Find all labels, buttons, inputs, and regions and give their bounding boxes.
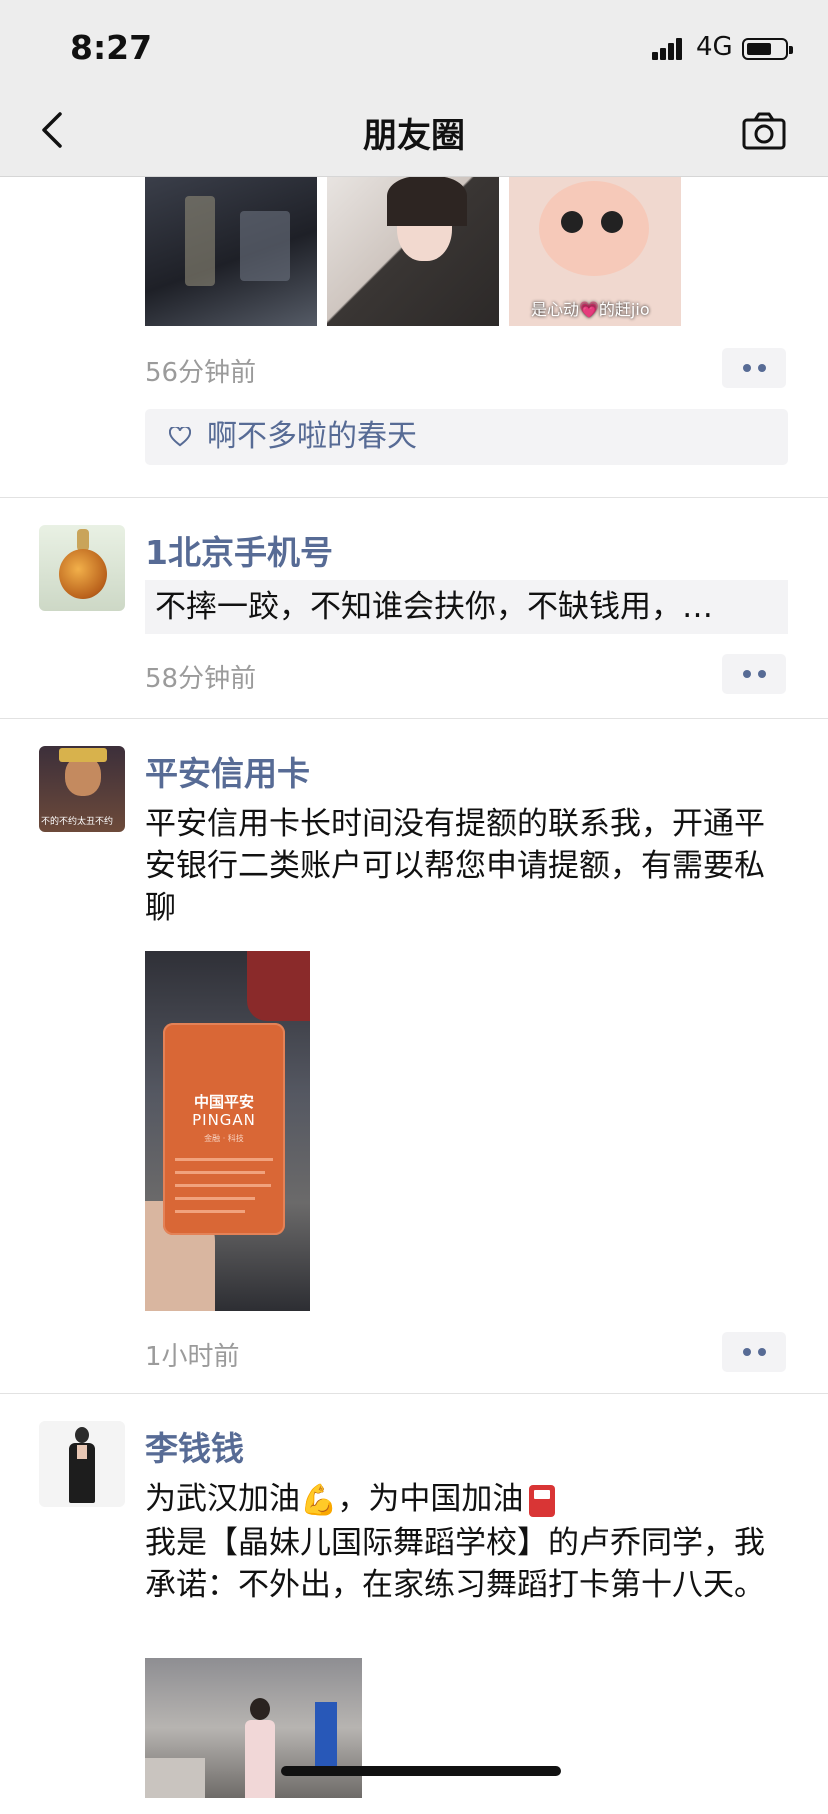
- post-time: 58分钟前: [145, 664, 257, 694]
- card-subtitle: 金融 · 科技: [204, 1134, 244, 1143]
- post-photo-1[interactable]: [145, 176, 317, 326]
- network-type: 4G: [696, 32, 733, 62]
- battery-icon: [742, 38, 793, 60]
- post-text: 平安信用卡长时间没有提额的联系我，开通平安银行二类账户可以帮您申请提额，有需要私…: [145, 806, 765, 926]
- author-name[interactable]: 1北京手机号: [145, 526, 333, 574]
- post-photo[interactable]: 中国平安 PINGAN 金融 · 科技: [145, 951, 310, 1311]
- shared-link[interactable]: 不摔一跤，不知谁会扶你，不缺钱用，…: [145, 580, 788, 634]
- avatar[interactable]: [39, 525, 125, 611]
- home-indicator[interactable]: [281, 1766, 561, 1776]
- post-photo-2[interactable]: [327, 176, 499, 326]
- card-brand-cn: 中国平安: [193, 1093, 254, 1111]
- avatar[interactable]: [39, 1421, 125, 1507]
- signal-icon: [652, 36, 690, 60]
- flexed-biceps-icon: 💪: [300, 1482, 338, 1518]
- moment-post: 1北京手机号 不摔一跤，不知谁会扶你，不缺钱用，… 58分钟前: [0, 498, 828, 719]
- liker-name[interactable]: 啊不多啦的春天: [207, 409, 417, 465]
- card-brand-en: PINGAN: [192, 1111, 256, 1129]
- moments-feed[interactable]: 是心动💗的赶jio 56分钟前 啊不多啦的春天 1北京手机号 不摔一跤，不知谁会…: [0, 176, 828, 1814]
- author-name[interactable]: 李钱钱: [145, 1422, 244, 1470]
- post-text-part: 我是【晶妹儿国际舞蹈学校】的卢乔同学，我承诺：不外出，在家练习舞蹈打卡第十八天。: [145, 1524, 765, 1603]
- avatar[interactable]: 不的不约太丑不约: [39, 746, 125, 832]
- avatar-caption: 不的不约太丑不约: [41, 817, 114, 827]
- photo-caption: 是心动💗的赶jio: [531, 300, 650, 319]
- moment-post: 李钱钱 为武汉加油💪，为中国加油 我是【晶妹儿国际舞蹈学校】的卢乔同学，我承诺：…: [0, 1394, 828, 1814]
- camera-icon[interactable]: [742, 112, 786, 150]
- page-title: 朋友圈: [363, 116, 465, 156]
- more-actions-button[interactable]: [722, 654, 786, 694]
- status-time: 8:27: [70, 28, 153, 67]
- post-text: 为武汉加油💪，为中国加油 我是【晶妹儿国际舞蹈学校】的卢乔同学，我承诺：不外出，…: [145, 1478, 785, 1606]
- post-time: 1小时前: [145, 1342, 240, 1372]
- author-name[interactable]: 平安信用卡: [145, 747, 310, 795]
- top-bar: 8:27 4G 朋友圈: [0, 0, 828, 177]
- more-actions-button[interactable]: [722, 348, 786, 388]
- likes-panel: 啊不多啦的春天: [145, 409, 788, 465]
- moment-post: 不的不约太丑不约 平安信用卡 平安信用卡长时间没有提额的联系我，开通平安银行二类…: [0, 719, 828, 1394]
- moment-post: 是心动💗的赶jio 56分钟前 啊不多啦的春天: [0, 176, 828, 498]
- post-text-part: 为武汉加油: [145, 1481, 300, 1517]
- post-photo-3[interactable]: 是心动💗的赶jio: [509, 176, 681, 326]
- more-actions-button[interactable]: [722, 1332, 786, 1372]
- post-text-part: ，为中国加油: [337, 1481, 524, 1517]
- post-time: 56分钟前: [145, 358, 257, 388]
- fuel-pump-icon: [529, 1484, 556, 1517]
- heart-icon: [169, 427, 191, 447]
- post-photo[interactable]: [145, 1658, 362, 1798]
